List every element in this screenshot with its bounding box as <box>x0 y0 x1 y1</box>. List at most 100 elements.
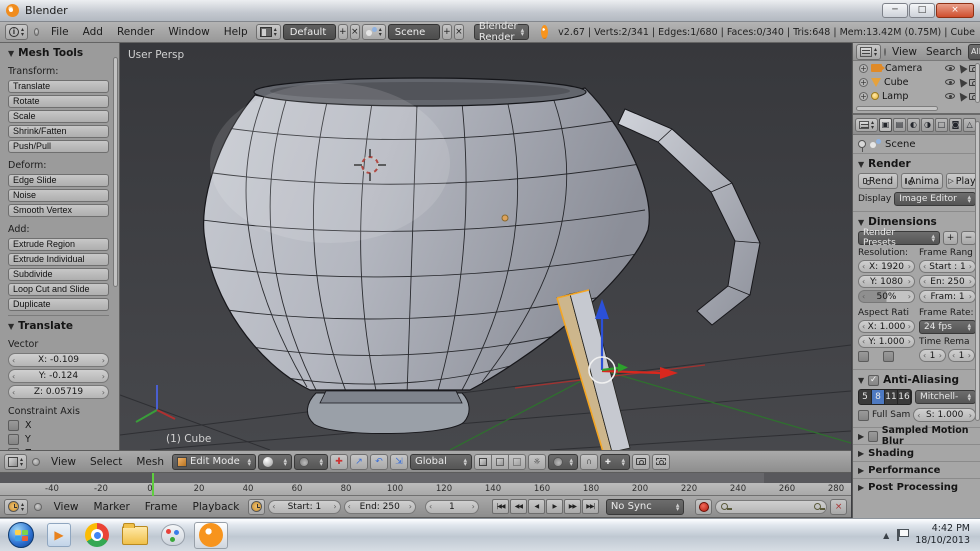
axis-x-checkbox[interactable] <box>8 420 19 431</box>
aa-sample-16[interactable]: 16 <box>898 390 911 404</box>
aspect-x-field[interactable]: X: 1.000 <box>858 320 915 333</box>
outliner-vscrollbar[interactable] <box>975 63 980 103</box>
delete-scene-button[interactable]: × <box>454 24 464 40</box>
selectable-cursor-icon[interactable] <box>956 76 967 87</box>
menu-render[interactable]: Render <box>111 26 160 38</box>
frame-start-field[interactable]: Start: 1 <box>268 500 340 514</box>
edge-select-button[interactable] <box>491 454 509 470</box>
selectable-cursor-icon[interactable] <box>956 62 967 73</box>
tab-render[interactable]: ▣ <box>879 118 892 132</box>
extrude-individual-button[interactable]: Extrude Individual <box>8 253 109 266</box>
rotate-manipulator-button[interactable]: ↶ <box>370 454 388 470</box>
delete-layout-button[interactable]: × <box>350 24 360 40</box>
start-frame-field[interactable]: Start : 1 <box>919 260 976 273</box>
maximize-button[interactable]: □ <box>909 3 935 18</box>
jump-to-start-button[interactable]: |◀◀ <box>492 499 509 514</box>
visibility-eye-icon[interactable] <box>945 79 955 85</box>
aa-sample-5[interactable]: 5 <box>859 390 872 404</box>
viewport-editor-type-select[interactable] <box>4 454 27 470</box>
remove-preset-button[interactable]: − <box>961 231 976 245</box>
edge-slide-button[interactable]: Edge Slide <box>8 174 109 187</box>
shrink-fatten-button[interactable]: Shrink/Fatten <box>8 125 109 138</box>
tool-shelf-scrollbar[interactable] <box>113 57 118 287</box>
taskbar-paint[interactable] <box>156 522 190 549</box>
outliner-menu-collapse[interactable] <box>884 48 886 56</box>
editor-type-select[interactable] <box>5 24 28 40</box>
timeline-range-strip[interactable] <box>0 473 851 483</box>
menu-select[interactable]: Select <box>84 456 128 468</box>
res-pct-slider[interactable]: 50% <box>858 290 915 303</box>
proportional-edit-select[interactable] <box>548 454 578 470</box>
crop-checkbox[interactable] <box>883 351 894 362</box>
aa-checkbox[interactable] <box>868 375 879 386</box>
pivot-center-select[interactable] <box>294 454 328 470</box>
outliner-display-select[interactable]: All <box>968 44 980 60</box>
menu-playback[interactable]: Playback <box>187 501 246 513</box>
next-keyframe-button[interactable]: ▶▶ <box>564 499 581 514</box>
timeline-editor-type-select[interactable] <box>4 499 28 515</box>
use-preview-range-button[interactable] <box>248 499 265 515</box>
remap-new-field[interactable]: 1 <box>948 349 975 362</box>
menu-mesh[interactable]: Mesh <box>130 456 170 468</box>
tab-scene[interactable]: ◐ <box>907 118 920 132</box>
taskbar-clock[interactable]: 4:42 PM 18/10/2013 <box>915 523 970 547</box>
snap-toggle-button[interactable]: ∩ <box>580 454 598 470</box>
rotate-button[interactable]: Rotate <box>8 95 109 108</box>
screen-layout-field[interactable]: Default <box>283 24 336 40</box>
fps-select[interactable]: 24 fps <box>919 320 976 334</box>
orientation-select[interactable]: Global <box>410 454 472 470</box>
taskbar-explorer[interactable] <box>118 522 152 549</box>
menu-add[interactable]: Add <box>77 26 109 38</box>
duplicate-button[interactable]: Duplicate <box>8 298 109 311</box>
aspect-y-field[interactable]: Y: 1.000 <box>858 335 915 348</box>
frame-end-field[interactable]: End: 250 <box>344 500 416 514</box>
record-button[interactable] <box>695 499 712 515</box>
visibility-eye-icon[interactable] <box>945 93 955 99</box>
window-titlebar[interactable]: Blender ─ □ × <box>0 0 980 22</box>
opengl-render-button[interactable] <box>632 454 650 470</box>
snap-element-select[interactable]: ✚ <box>600 454 630 470</box>
tab-world[interactable]: ◑ <box>921 118 934 132</box>
menu-window[interactable]: Window <box>162 26 215 38</box>
expand-icon[interactable] <box>859 64 868 73</box>
taskbar-media-player[interactable] <box>42 522 76 549</box>
collapse-dimensions-icon[interactable] <box>858 216 864 228</box>
prev-keyframe-button[interactable]: ◀◀ <box>510 499 527 514</box>
aa-sample-8[interactable]: 8 <box>872 390 885 404</box>
menu-frame[interactable]: Frame <box>139 501 184 513</box>
translate-manipulator-button[interactable]: ↗ <box>350 454 368 470</box>
axis-y-checkbox[interactable] <box>8 434 19 445</box>
loop-cut-button[interactable]: Loop Cut and Slide <box>8 283 109 296</box>
scale-button[interactable]: Scale <box>8 110 109 123</box>
close-button[interactable]: × <box>936 3 974 18</box>
menu-file[interactable]: File <box>45 26 75 38</box>
tab-render-layers[interactable]: ▤ <box>893 118 906 132</box>
collapse-render-icon[interactable] <box>858 158 864 170</box>
vector-x-field[interactable]: X: -0.109 <box>8 353 109 367</box>
visibility-eye-icon[interactable] <box>945 65 955 71</box>
panel-post-processing[interactable]: Post Processing <box>853 478 980 495</box>
aa-sample-11[interactable]: 11 <box>885 390 898 404</box>
res-y-field[interactable]: Y: 1080 <box>858 275 915 288</box>
render-presets-select[interactable]: Render Presets <box>858 231 940 245</box>
manipulator-toggle-button[interactable]: ✚ <box>330 454 348 470</box>
play-button[interactable]: ▶ <box>546 499 563 514</box>
properties-editor-type-select[interactable] <box>855 118 878 132</box>
outliner-editor-type-select[interactable] <box>856 44 881 60</box>
taskbar-blender[interactable] <box>194 522 228 549</box>
scale-manipulator-button[interactable]: ⇲ <box>390 454 408 470</box>
jump-to-end-button[interactable]: ▶▶| <box>582 499 599 514</box>
mode-select[interactable]: Edit Mode <box>172 454 256 470</box>
play-reverse-button[interactable]: ◀ <box>528 499 545 514</box>
sync-select[interactable]: No Sync <box>606 499 685 515</box>
render-still-button[interactable]: Rend <box>858 173 898 189</box>
menu-tl-view[interactable]: View <box>48 501 85 513</box>
noise-button[interactable]: Noise <box>8 189 109 202</box>
play-rendered-button[interactable]: ▷Play <box>946 173 978 189</box>
expand-icon[interactable] <box>859 92 868 101</box>
add-layout-button[interactable]: + <box>338 24 348 40</box>
tab-object[interactable]: □ <box>935 118 948 132</box>
menu-help[interactable]: Help <box>218 26 254 38</box>
extrude-region-button[interactable]: Extrude Region <box>8 238 109 251</box>
current-frame-field[interactable]: 1 <box>425 500 479 514</box>
